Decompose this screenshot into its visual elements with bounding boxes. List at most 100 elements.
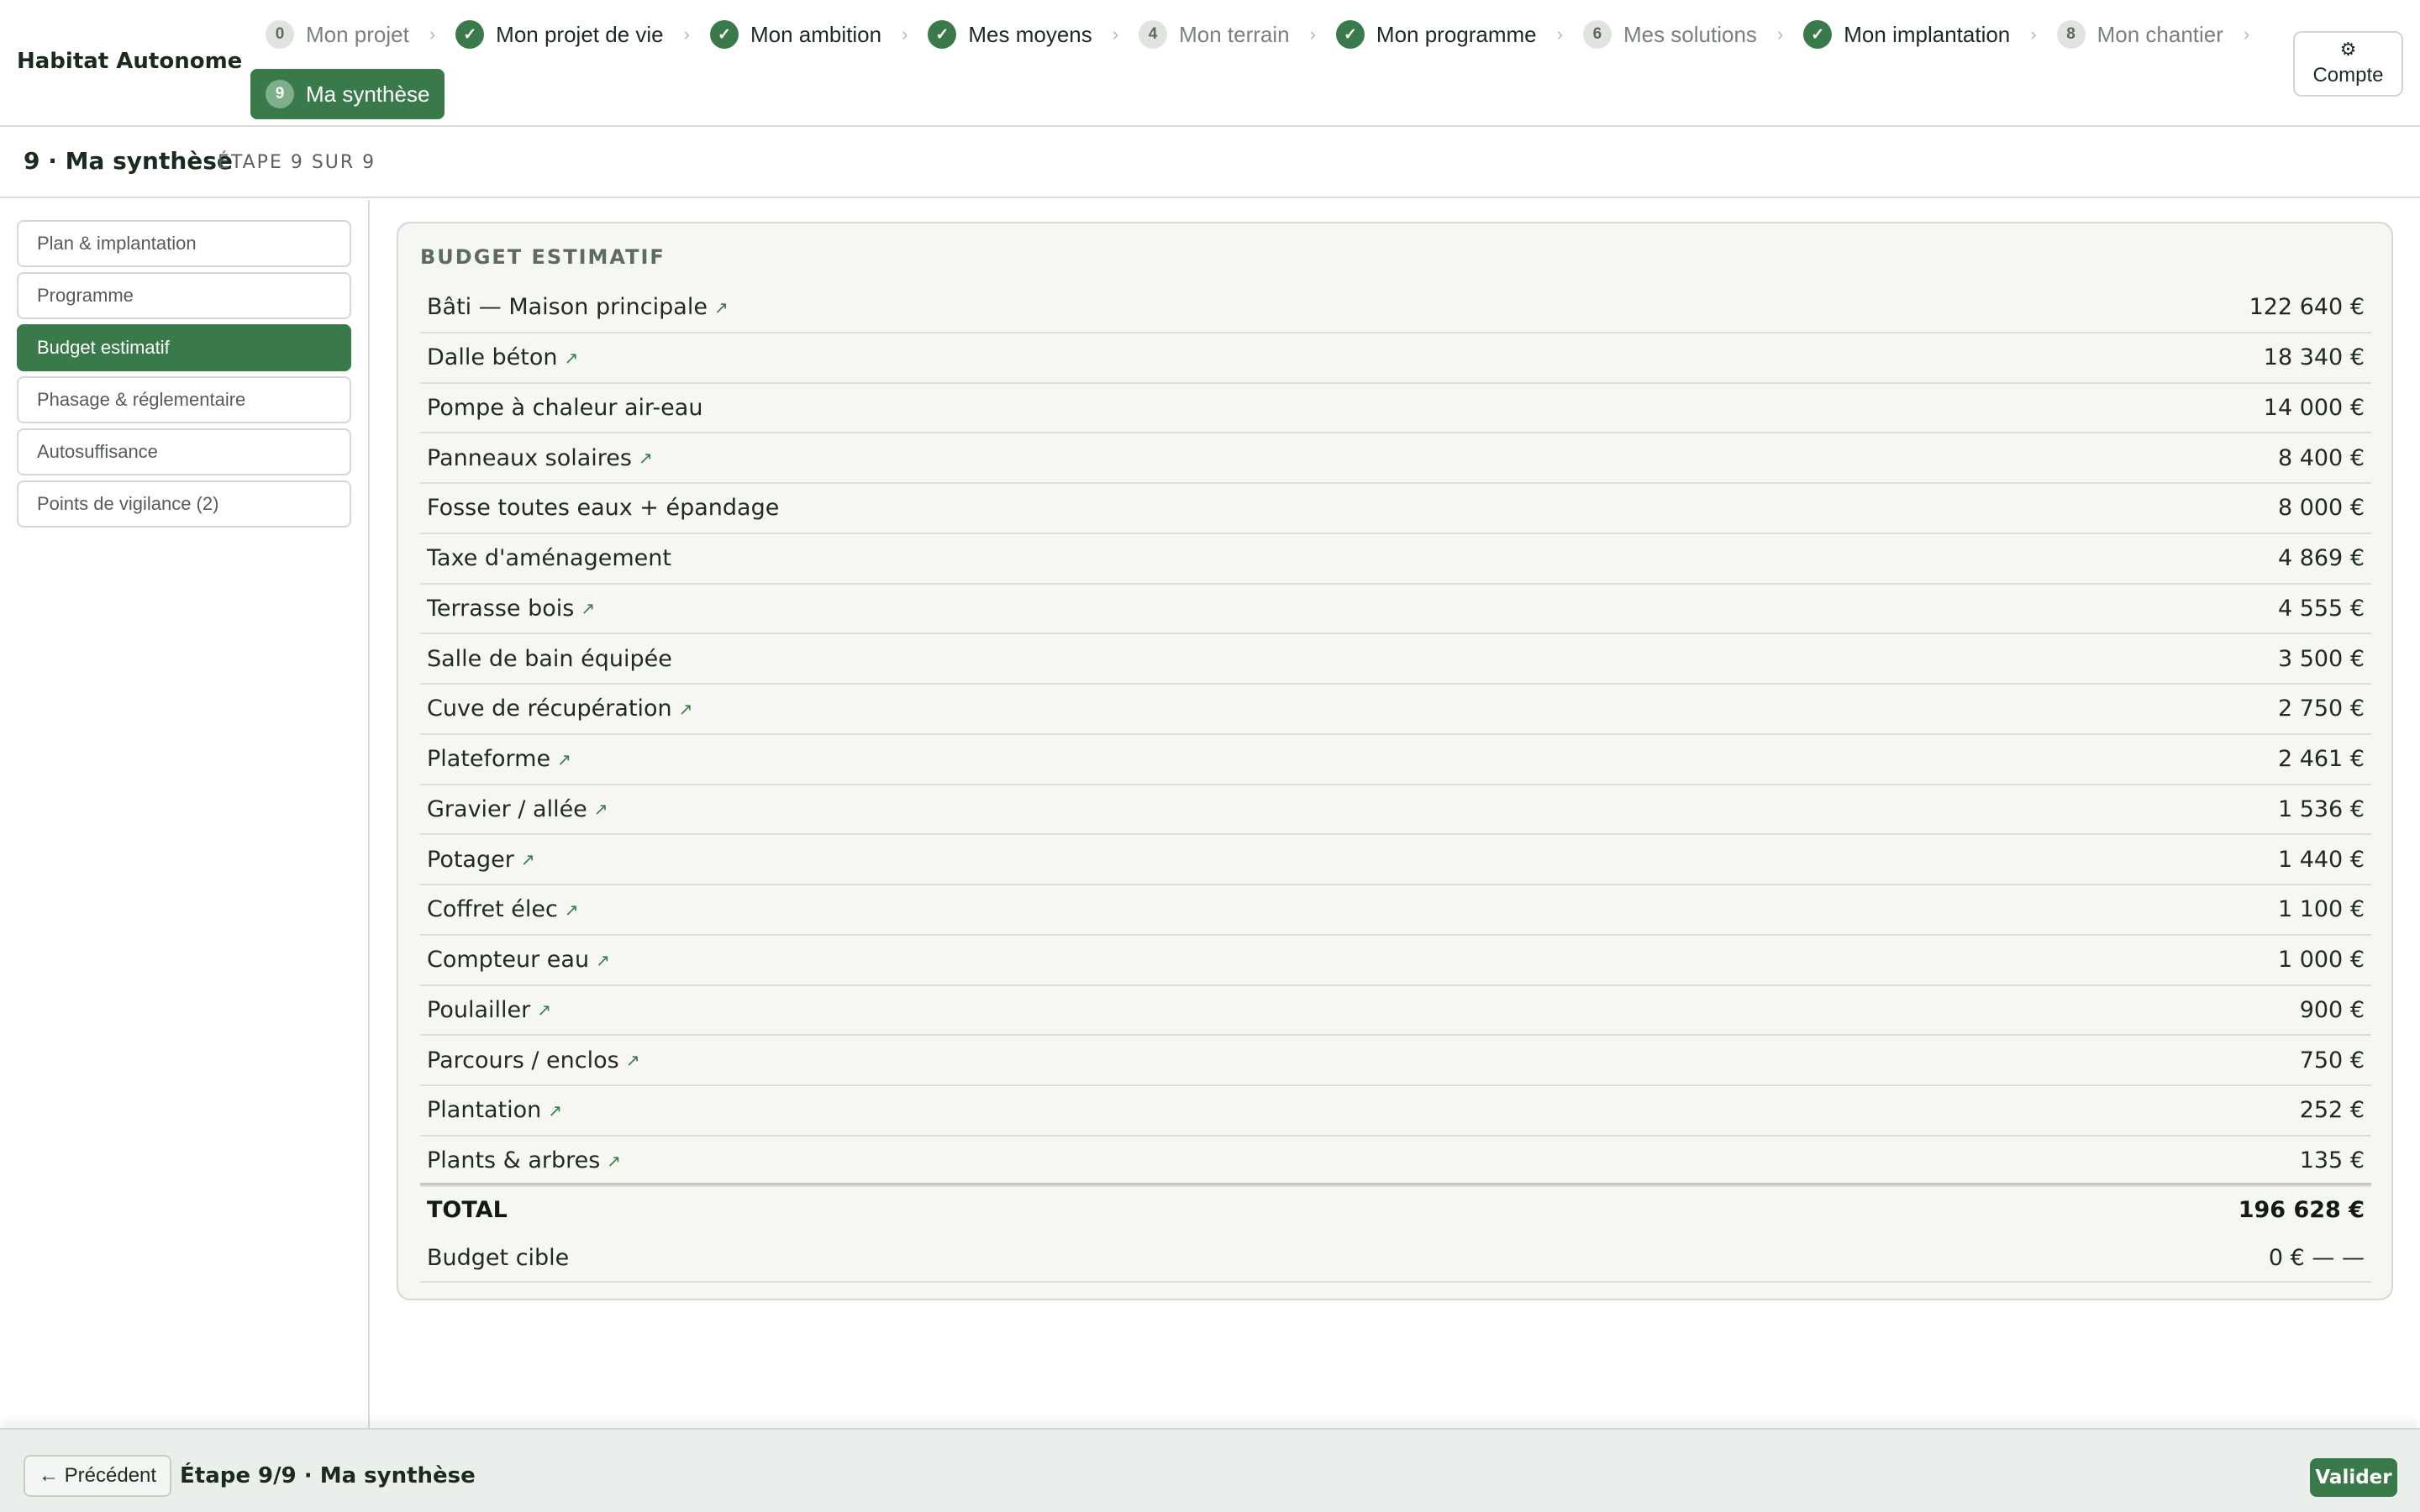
step-label: Mon projet de vie: [496, 21, 664, 47]
budget-item-name: Fosse toutes eaux + épandage: [427, 495, 780, 522]
budget-row: Plants & arbres ↗ 135 €: [420, 1137, 2371, 1187]
step-number-badge: 6: [1582, 20, 1612, 49]
budget-row: Parcours / enclos ↗ 750 €: [420, 1036, 2371, 1086]
step-number-badge: 0: [266, 20, 294, 49]
budget-item-amount: 8 000 €: [2277, 495, 2365, 522]
previous-button[interactable]: ← Précédent: [24, 1455, 172, 1497]
external-link-icon[interactable]: ↗: [537, 1000, 551, 1020]
budget-row: Salle de bain équipée 3 500 €: [420, 634, 2371, 685]
step-5[interactable]: ✓ Mon programme: [1321, 12, 1552, 57]
chevron-right-icon: ›: [1556, 24, 1563, 45]
check-icon: ✓: [1335, 20, 1365, 49]
step-7[interactable]: ✓ Mon implantation: [1788, 12, 2025, 57]
budget-item-amount: 14 000 €: [2263, 394, 2365, 421]
gear-icon: ⚙: [2339, 39, 2357, 60]
sidebar-item-2[interactable]: Budget estimatif: [17, 324, 351, 371]
budget-item-name: Panneaux solaires: [427, 444, 632, 471]
external-link-icon[interactable]: ↗: [565, 900, 579, 920]
external-link-icon[interactable]: ↗: [521, 849, 535, 869]
budget-item-name: Plateforme: [427, 746, 551, 773]
budget-row: Coffret élec ↗ 1 100 €: [420, 885, 2371, 936]
budget-item-name: Bâti — Maison principale: [427, 294, 708, 321]
budget-item-amount: 1 000 €: [2277, 947, 2365, 974]
budget-row: Plateforme ↗ 2 461 €: [420, 735, 2371, 785]
budget-item-name: Salle de bain équipée: [427, 645, 672, 672]
budget-row: Compteur eau ↗ 1 000 €: [420, 936, 2371, 986]
budget-row-label: Taxe d'aménagement: [427, 545, 671, 571]
chevron-right-icon: ›: [1112, 24, 1119, 45]
section-sidebar: Plan & implantation Programme Budget estim…: [0, 200, 370, 1428]
budget-row-label: Dalle béton ↗: [427, 344, 578, 370]
sidebar-item-label: Autosuffisance: [37, 441, 158, 462]
step-2[interactable]: ✓ Mon ambition: [695, 12, 897, 57]
budget-row-label: Salle de bain équipée: [427, 646, 672, 672]
step-4[interactable]: 4 Mon terrain: [1123, 12, 1305, 57]
budget-row: Gravier / allée ↗ 1 536 €: [420, 785, 2371, 836]
external-link-icon[interactable]: ↗: [594, 799, 608, 819]
budget-item-name: Potager: [427, 846, 514, 873]
external-link-icon[interactable]: ↗: [557, 749, 571, 769]
external-link-icon[interactable]: ↗: [679, 699, 693, 719]
budget-item-amount: 252 €: [2299, 1097, 2365, 1124]
external-link-icon[interactable]: ↗: [548, 1100, 562, 1121]
step-0[interactable]: 0 Mon projet: [250, 12, 424, 57]
sidebar-item-4[interactable]: Autosuffisance: [17, 428, 351, 475]
budget-row-label: Gravier / allée ↗: [427, 796, 608, 822]
sidebar-item-3[interactable]: Phasage & réglementaire: [17, 376, 351, 423]
step-label: Mon programme: [1376, 21, 1537, 47]
external-link-icon[interactable]: ↗: [565, 348, 579, 368]
chevron-right-icon: ›: [1776, 24, 1784, 45]
budget-item-amount: 4 555 €: [2277, 595, 2365, 622]
budget-row-label: Terrasse bois ↗: [427, 596, 595, 622]
budget-row-label: Coffret élec ↗: [427, 896, 579, 922]
step-6[interactable]: 6 Mes solutions: [1568, 12, 1772, 57]
budget-item-name: Parcours / enclos: [427, 1047, 619, 1074]
step-3[interactable]: ✓ Mes moyens: [913, 12, 1107, 57]
budget-row-label: Panneaux solaires ↗: [427, 445, 653, 471]
sidebar-item-5[interactable]: Points de vigilance (2): [17, 480, 351, 528]
total-label: TOTAL: [427, 1196, 508, 1223]
external-link-icon[interactable]: ↗: [626, 1050, 640, 1070]
external-link-icon[interactable]: ↗: [639, 448, 653, 468]
step-number-badge: 4: [1139, 20, 1168, 49]
external-link-icon[interactable]: ↗: [596, 950, 610, 970]
budget-row-label: Poulailler ↗: [427, 997, 551, 1023]
validate-button[interactable]: Valider: [2310, 1458, 2397, 1497]
budget-card: BUDGET ESTIMATIF Bâti — Maison principal…: [397, 222, 2393, 1300]
footer-bar: ← Précédent Étape 9/9 · Ma synthèse Vali…: [0, 1428, 2420, 1512]
budget-item-amount: 1 100 €: [2277, 896, 2365, 923]
step-9[interactable]: 9 Ma synthèse: [250, 69, 445, 119]
budget-item-amount: 2 461 €: [2277, 746, 2365, 773]
external-link-icon[interactable]: ↗: [581, 598, 595, 618]
sidebar-item-label: Programme: [37, 285, 134, 306]
target-budget-label: Budget cible: [427, 1244, 570, 1271]
step-1[interactable]: ✓ Mon projet de vie: [440, 12, 678, 57]
target-budget-row: Budget cible 0 € — —: [420, 1234, 2371, 1283]
budget-row: Poulailler ↗ 900 €: [420, 986, 2371, 1037]
step-label: Mon terrain: [1179, 21, 1290, 47]
budget-item-amount: 135 €: [2299, 1147, 2365, 1174]
step-label: Mes solutions: [1623, 21, 1757, 47]
budget-row: Taxe d'aménagement 4 869 €: [420, 534, 2371, 585]
budget-row: Fosse toutes eaux + épandage 8 000 €: [420, 484, 2371, 534]
sidebar-item-label: Points de vigilance (2): [37, 493, 219, 514]
chevron-right-icon: ›: [429, 24, 436, 45]
sidebar-item-1[interactable]: Programme: [17, 272, 351, 319]
budget-row-label: Compteur eau ↗: [427, 947, 610, 973]
app-title: Habitat Autonome: [17, 49, 243, 74]
step-8[interactable]: 8 Mon chantier: [2042, 12, 2238, 57]
sidebar-item-label: Budget estimatif: [37, 337, 170, 358]
account-button[interactable]: ⚙ Compte: [2293, 31, 2403, 97]
total-row: TOTAL 196 628 €: [420, 1185, 2371, 1234]
step-number-badge: 8: [2056, 20, 2086, 49]
budget-item-amount: 1 536 €: [2277, 795, 2365, 822]
external-link-icon[interactable]: ↗: [607, 1151, 621, 1171]
budget-item-name: Poulailler: [427, 996, 531, 1023]
budget-item-amount: 3 500 €: [2277, 645, 2365, 672]
budget-row: Pompe à chaleur air-eau 14 000 €: [420, 384, 2371, 434]
external-link-icon[interactable]: ↗: [714, 297, 729, 318]
sidebar-item-label: Plan & implantation: [37, 233, 197, 254]
sidebar-item-0[interactable]: Plan & implantation: [17, 220, 351, 267]
budget-title: BUDGET ESTIMATIF: [420, 245, 666, 269]
budget-row-label: Pompe à chaleur air-eau: [427, 395, 702, 421]
